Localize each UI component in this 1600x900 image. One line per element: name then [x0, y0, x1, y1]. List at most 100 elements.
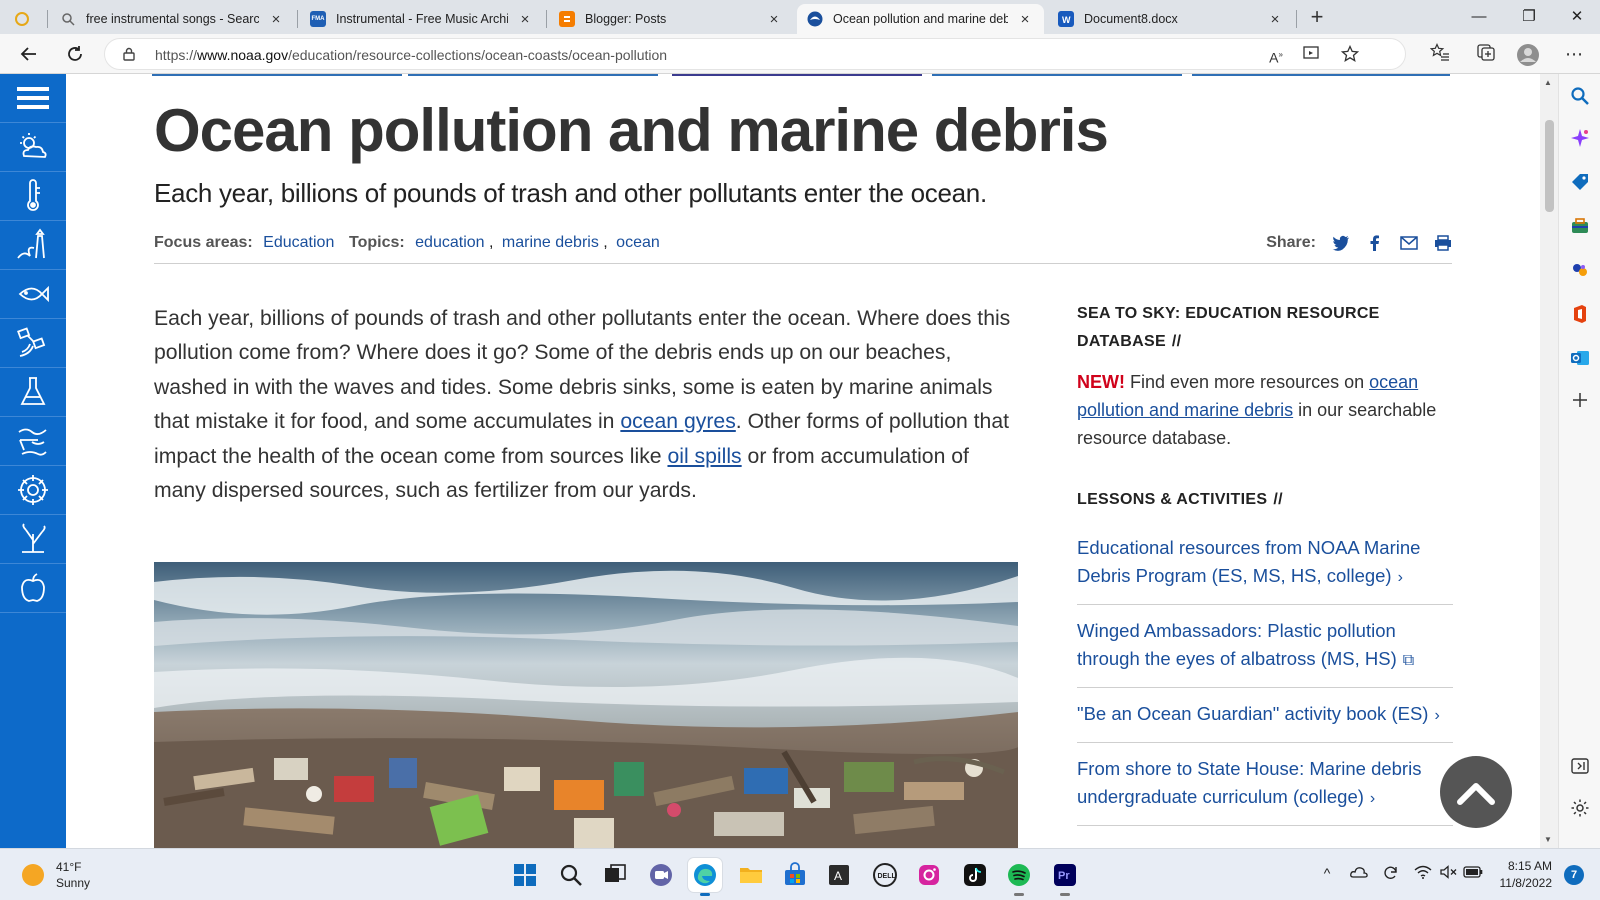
sidebar-outlook-icon[interactable] — [1568, 346, 1592, 370]
dell-icon[interactable]: DELL — [868, 858, 902, 892]
oil-spills-link[interactable]: oil spills — [667, 445, 741, 468]
lesson-link-winged-ambassadors[interactable]: Winged Ambassadors: Plastic pollution th… — [1077, 605, 1453, 688]
lesson-link-marine-debris-program[interactable]: Educational resources from NOAA Marine D… — [1077, 522, 1453, 605]
close-tab-icon[interactable]: × — [1266, 11, 1284, 28]
tray-chevron-up-icon[interactable]: ^ — [1316, 865, 1338, 881]
tab-document8[interactable]: W Document8.docx × — [1048, 4, 1294, 34]
weather-temperature: 41°F — [56, 860, 82, 874]
url-text[interactable]: https://www.noaa.gov/education/resource-… — [155, 47, 667, 63]
sidebar-office-icon[interactable] — [1568, 302, 1592, 326]
focus-area-link[interactable]: Education — [263, 234, 334, 251]
twitter-icon[interactable] — [1332, 235, 1350, 251]
taskbar-search-icon[interactable] — [554, 858, 588, 892]
web-page: Ocean pollution and marine debris Each y… — [0, 74, 1540, 848]
data-icon[interactable] — [0, 417, 66, 466]
sidebar-collapse-icon[interactable] — [1568, 754, 1592, 778]
intro-paragraph: Each year, billions of pounds of trash a… — [154, 307, 1011, 503]
ecosystem-icon[interactable] — [0, 515, 66, 564]
lesson-link-ocean-guardian[interactable]: "Be an Ocean Guardian" activity book (ES… — [1077, 688, 1453, 743]
scroll-down-icon[interactable]: ▼ — [1544, 835, 1552, 844]
sidebar-add-icon[interactable] — [1568, 388, 1592, 412]
close-tab-icon[interactable]: × — [765, 11, 783, 28]
app-available-icon[interactable] — [1301, 45, 1323, 65]
chevron-right-icon: › — [1397, 569, 1403, 586]
tab-free-music-archive[interactable]: FMA Instrumental - Free Music Archive × — [300, 4, 544, 34]
sidebar-search-icon[interactable] — [1568, 84, 1592, 108]
refresh-button[interactable] — [60, 40, 90, 68]
restore-button[interactable]: ❐ — [1506, 0, 1552, 34]
ocean-gyres-link[interactable]: ocean gyres — [620, 410, 735, 433]
close-tab-icon[interactable]: × — [516, 11, 534, 28]
app-a-icon[interactable]: A — [822, 858, 856, 892]
navigation-icon[interactable] — [0, 466, 66, 515]
sidebar-settings-icon[interactable] — [1568, 796, 1592, 820]
page-scrollbar[interactable]: ▲ ▼ — [1540, 74, 1558, 848]
battery-icon[interactable] — [1462, 865, 1484, 881]
address-bar[interactable]: https://www.noaa.gov/education/resource-… — [104, 38, 1406, 70]
svg-text:W: W — [1062, 15, 1071, 24]
coasts-icon[interactable] — [0, 221, 66, 270]
science-icon[interactable] — [0, 368, 66, 417]
close-tab-icon[interactable]: × — [267, 11, 285, 28]
email-icon[interactable] — [1400, 235, 1418, 251]
settings-more-icon[interactable]: ⋯ — [1562, 43, 1586, 65]
tab-ocean-pollution[interactable]: Ocean pollution and marine debris × — [797, 4, 1044, 34]
topics-label: Topics: — [349, 234, 405, 251]
close-window-button[interactable]: ✕ — [1554, 0, 1600, 34]
facebook-icon[interactable] — [1366, 235, 1384, 251]
start-button[interactable] — [508, 858, 542, 892]
topic-link-marine-debris[interactable]: marine debris — [502, 234, 599, 251]
scroll-up-icon[interactable]: ▲ — [1544, 78, 1552, 87]
sidebar-sparkle-icon[interactable] — [1568, 126, 1592, 150]
teams-chat-icon[interactable] — [644, 858, 678, 892]
spotify-icon[interactable] — [1002, 858, 1036, 896]
file-explorer-icon[interactable] — [734, 858, 768, 892]
tab-blogger[interactable]: Blogger: Posts × — [549, 4, 793, 34]
system-clock[interactable]: 8:15 AM 11/8/2022 — [1494, 858, 1553, 892]
volume-muted-icon[interactable] — [1438, 865, 1460, 882]
wifi-icon[interactable] — [1412, 865, 1434, 882]
minimize-button[interactable]: — — [1456, 0, 1502, 34]
sidebar-shopping-tag-icon[interactable] — [1568, 170, 1592, 194]
fma-icon: FMA — [310, 11, 326, 27]
new-tab-button[interactable]: + — [1302, 4, 1332, 32]
noaa-icon — [807, 11, 823, 27]
weather-widget[interactable]: 41°F Sunny — [22, 859, 90, 891]
page-title: Ocean pollution and marine debris — [154, 97, 1109, 164]
tab-search[interactable]: free instrumental songs - Search × — [50, 4, 295, 34]
favorites-icon[interactable] — [1428, 43, 1452, 65]
weather-icon[interactable] — [0, 123, 66, 172]
back-to-top-button[interactable] — [1440, 756, 1512, 828]
profile-avatar-icon[interactable] — [1516, 43, 1540, 66]
microsoft-store-icon[interactable] — [778, 858, 812, 892]
back-button[interactable] — [14, 40, 44, 68]
menu-icon[interactable] — [0, 74, 66, 123]
database-heading: SEA TO SKY: EDUCATION RESOURCE DATABASE /… — [1077, 305, 1380, 350]
notification-badge[interactable]: 7 — [1564, 865, 1584, 885]
tab-actions-button[interactable] — [4, 4, 44, 34]
edge-taskbar-icon[interactable] — [688, 858, 722, 896]
task-view-icon[interactable] — [598, 858, 632, 892]
read-aloud-icon[interactable]: A» — [1265, 45, 1287, 66]
topic-link-education[interactable]: education — [415, 234, 484, 251]
topic-link-ocean[interactable]: ocean — [616, 234, 660, 251]
lesson-link-shore-to-state-house[interactable]: From shore to State House: Marine debris… — [1077, 743, 1453, 826]
education-icon[interactable] — [0, 564, 66, 613]
climate-icon[interactable] — [0, 172, 66, 221]
lock-icon[interactable] — [123, 47, 135, 61]
satellite-icon[interactable] — [0, 319, 66, 368]
sidebar-games-icon[interactable] — [1568, 258, 1592, 282]
print-icon[interactable] — [1434, 235, 1452, 251]
sync-icon[interactable] — [1380, 865, 1402, 884]
collections-icon[interactable] — [1474, 43, 1498, 65]
fish-icon[interactable] — [0, 270, 66, 319]
scroll-thumb[interactable] — [1545, 120, 1554, 212]
tiktok-icon[interactable] — [958, 858, 992, 892]
favorite-star-icon[interactable] — [1339, 44, 1361, 65]
sidebar-tools-icon[interactable] — [1568, 214, 1592, 238]
close-tab-icon[interactable]: × — [1016, 11, 1034, 28]
premiere-pro-icon[interactable]: Pr — [1048, 858, 1082, 896]
database-description: NEW! Find even more resources on ocean p… — [1077, 372, 1437, 448]
onedrive-icon[interactable] — [1348, 865, 1370, 882]
instagram-icon[interactable] — [912, 858, 946, 892]
